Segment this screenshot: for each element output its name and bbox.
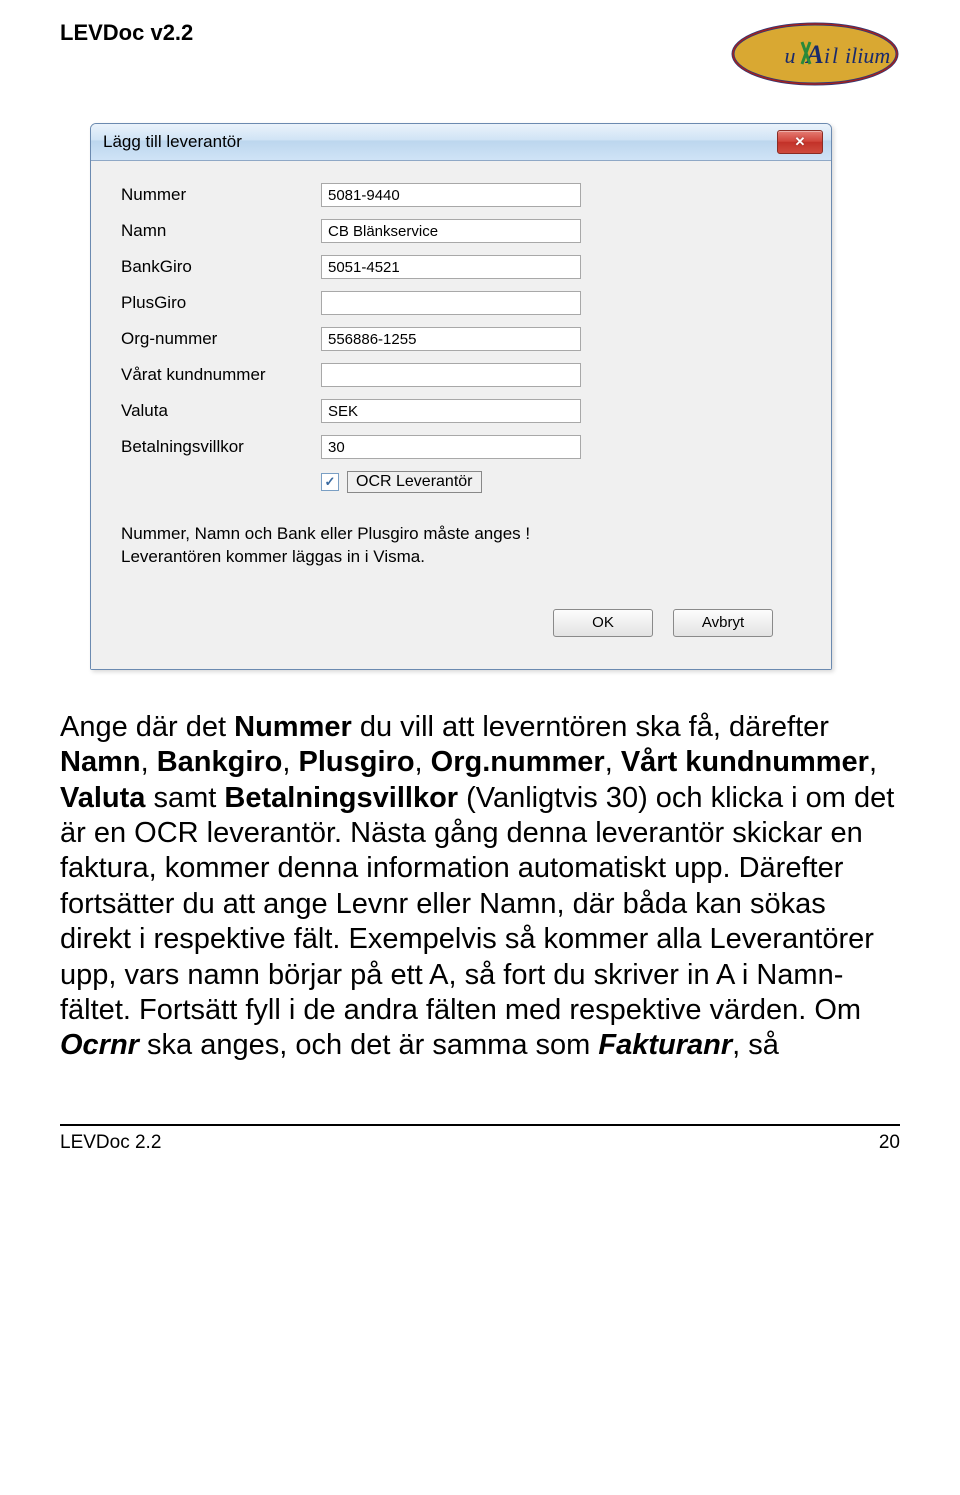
label-orgnummer: Org-nummer bbox=[121, 329, 321, 349]
input-namn[interactable] bbox=[321, 219, 581, 243]
input-nummer[interactable] bbox=[321, 183, 581, 207]
add-supplier-dialog: Lägg till leverantör ✕ Nummer Namn BankG… bbox=[90, 123, 832, 670]
ocr-checkbox[interactable]: ✓ bbox=[321, 473, 339, 491]
label-kundnummer: Vårat kundnummer bbox=[121, 365, 321, 385]
label-bankgiro: BankGiro bbox=[121, 257, 321, 277]
cancel-button[interactable]: Avbryt bbox=[673, 609, 773, 637]
page-footer: LEVDoc 2.2 20 bbox=[60, 1124, 900, 1154]
footer-page-number: 20 bbox=[879, 1132, 900, 1154]
hint-line-2: Leverantören kommer läggas in i Visma. bbox=[121, 547, 425, 566]
ocr-label: OCR Leverantör bbox=[347, 471, 482, 493]
body-paragraph: Ange där det Nummer du vill att leverntö… bbox=[60, 710, 900, 1064]
label-namn: Namn bbox=[121, 221, 321, 241]
doc-title: LEVDoc v2.2 bbox=[60, 20, 193, 46]
hint-line-1: Nummer, Namn och Bank eller Plusgiro mås… bbox=[121, 524, 530, 543]
close-button[interactable]: ✕ bbox=[777, 130, 823, 154]
dialog-title: Lägg till leverantör bbox=[99, 132, 242, 152]
input-orgnummer[interactable] bbox=[321, 327, 581, 351]
label-betalningsvillkor: Betalningsvillkor bbox=[121, 437, 321, 457]
footer-left: LEVDoc 2.2 bbox=[60, 1132, 161, 1154]
close-icon: ✕ bbox=[795, 134, 806, 150]
input-betalningsvillkor[interactable] bbox=[321, 435, 581, 459]
dialog-titlebar: Lägg till leverantör ✕ bbox=[91, 124, 831, 161]
input-valuta[interactable] bbox=[321, 399, 581, 423]
input-plusgiro[interactable] bbox=[321, 291, 581, 315]
label-nummer: Nummer bbox=[121, 185, 321, 205]
ok-button[interactable]: OK bbox=[553, 609, 653, 637]
svg-text:l: l bbox=[832, 43, 838, 68]
svg-text:ilium: ilium bbox=[845, 43, 890, 68]
label-valuta: Valuta bbox=[121, 401, 321, 421]
svg-text:u: u bbox=[785, 43, 796, 68]
svg-text:i: i bbox=[824, 43, 830, 68]
input-bankgiro[interactable] bbox=[321, 255, 581, 279]
dialog-body: Nummer Namn BankGiro PlusGiro Org-nummer… bbox=[91, 161, 831, 669]
dialog-hint: Nummer, Namn och Bank eller Plusgiro mås… bbox=[121, 523, 801, 569]
label-plusgiro: PlusGiro bbox=[121, 293, 321, 313]
auxilium-logo: A u ilium i l bbox=[730, 20, 900, 93]
input-kundnummer[interactable] bbox=[321, 363, 581, 387]
page-header: LEVDoc v2.2 A u ilium i l bbox=[60, 20, 900, 93]
